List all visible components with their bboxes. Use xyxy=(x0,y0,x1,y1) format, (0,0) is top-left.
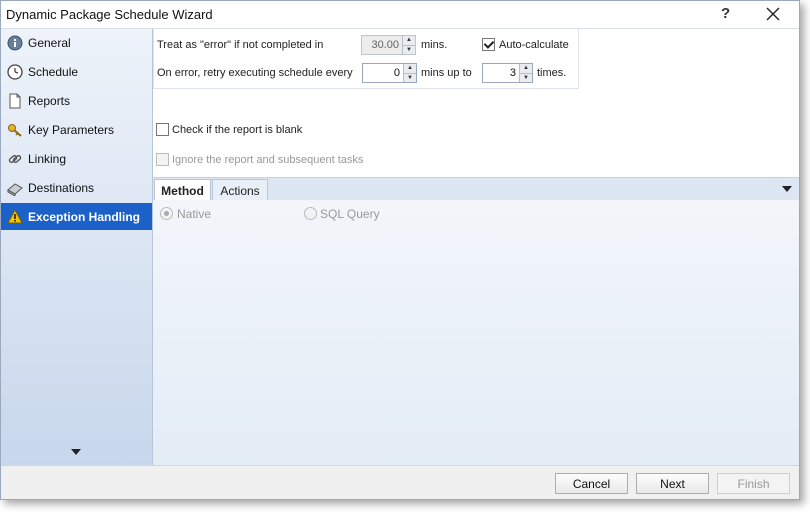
tab-strip: Method Actions xyxy=(153,177,799,202)
sidebar-item-reports[interactable]: Reports xyxy=(1,87,152,114)
timeout-unit-label: mins. xyxy=(421,39,448,51)
sidebar-item-destinations[interactable]: Destinations xyxy=(1,174,152,201)
method-tab-pane: Native SQL Query xyxy=(153,200,799,465)
sidebar-item-label: Key Parameters xyxy=(28,122,115,137)
sidebar-item-general[interactable]: General xyxy=(1,29,152,56)
close-icon[interactable] xyxy=(762,3,784,25)
cancel-button[interactable]: Cancel xyxy=(555,473,628,494)
finish-button[interactable]: Finish xyxy=(717,473,790,494)
treat-as-error-label: Treat as "error" if not completed in xyxy=(157,39,324,51)
ignore-report-label: Ignore the report and subsequent tasks xyxy=(172,154,364,166)
sql-query-radio[interactable] xyxy=(304,207,317,220)
warning-icon xyxy=(6,208,24,226)
sidebar-item-label: Exception Handling xyxy=(28,209,141,224)
key-icon xyxy=(6,121,24,139)
window-title: Dynamic Package Schedule Wizard xyxy=(6,7,213,22)
content-panel: Treat as "error" if not completed in 30.… xyxy=(153,29,799,465)
retry-count-stepper[interactable]: 3 ▲ ▼ xyxy=(482,63,533,83)
retry-count-value: 3 xyxy=(509,67,516,79)
sidebar-item-linking[interactable]: Linking xyxy=(1,145,152,172)
wizard-window: Dynamic Package Schedule Wizard ? Genera… xyxy=(0,0,800,500)
spin-down-icon[interactable]: ▼ xyxy=(403,44,415,55)
sidebar: General Schedule Reports Key Parameters … xyxy=(1,29,153,465)
check-blank-label: Check if the report is blank xyxy=(172,124,303,136)
retry-interval-value: 0 xyxy=(393,67,400,79)
sidebar-item-key-parameters[interactable]: Key Parameters xyxy=(1,116,152,143)
tab-actions[interactable]: Actions xyxy=(212,179,268,201)
help-button[interactable]: ? xyxy=(721,5,730,22)
sidebar-item-exception-handling[interactable]: Exception Handling xyxy=(1,203,152,230)
sidebar-item-label: Reports xyxy=(28,93,71,108)
auto-calculate-checkbox[interactable] xyxy=(482,38,495,51)
sql-query-label: SQL Query xyxy=(320,207,380,221)
active-indicator-arrow xyxy=(142,210,152,224)
spin-up-icon[interactable]: ▲ xyxy=(403,36,415,45)
mins-up-to-label: mins up to xyxy=(421,67,472,79)
ignore-report-checkbox[interactable] xyxy=(156,153,169,166)
document-icon xyxy=(6,92,24,110)
spin-down-icon[interactable]: ▼ xyxy=(520,72,532,83)
timeout-stepper[interactable]: 30.00 ▲ ▼ xyxy=(361,35,416,55)
native-label: Native xyxy=(177,207,212,221)
sidebar-item-schedule[interactable]: Schedule xyxy=(1,58,152,85)
sidebar-item-label: Linking xyxy=(28,151,67,166)
title-bar: Dynamic Package Schedule Wizard ? xyxy=(1,1,799,29)
sidebar-item-label: General xyxy=(28,35,71,50)
spin-down-icon[interactable]: ▼ xyxy=(404,72,416,83)
tab-dropdown-icon[interactable] xyxy=(782,186,792,192)
retry-label: On error, retry executing schedule every xyxy=(157,67,353,79)
spin-up-icon[interactable]: ▲ xyxy=(404,64,416,73)
auto-calculate-label: Auto-calculate xyxy=(499,39,569,51)
check-blank-checkbox[interactable] xyxy=(156,123,169,136)
retry-interval-stepper[interactable]: 0 ▲ ▼ xyxy=(362,63,417,83)
sidebar-scroll-down-icon[interactable] xyxy=(71,449,81,455)
clock-icon xyxy=(6,63,24,81)
timeout-value: 30.00 xyxy=(371,39,399,51)
next-button[interactable]: Next xyxy=(636,473,709,494)
sidebar-item-label: Schedule xyxy=(28,64,79,79)
times-label: times. xyxy=(537,67,567,79)
link-icon xyxy=(6,150,24,168)
info-icon xyxy=(6,34,24,52)
destination-icon xyxy=(6,179,24,197)
footer-bar: Cancel Next Finish xyxy=(1,465,799,499)
tab-method[interactable]: Method xyxy=(154,179,211,202)
spin-up-icon[interactable]: ▲ xyxy=(520,64,532,73)
native-radio[interactable] xyxy=(160,207,173,220)
sidebar-item-label: Destinations xyxy=(28,180,95,195)
timeout-group: Treat as "error" if not completed in 30.… xyxy=(153,29,579,89)
